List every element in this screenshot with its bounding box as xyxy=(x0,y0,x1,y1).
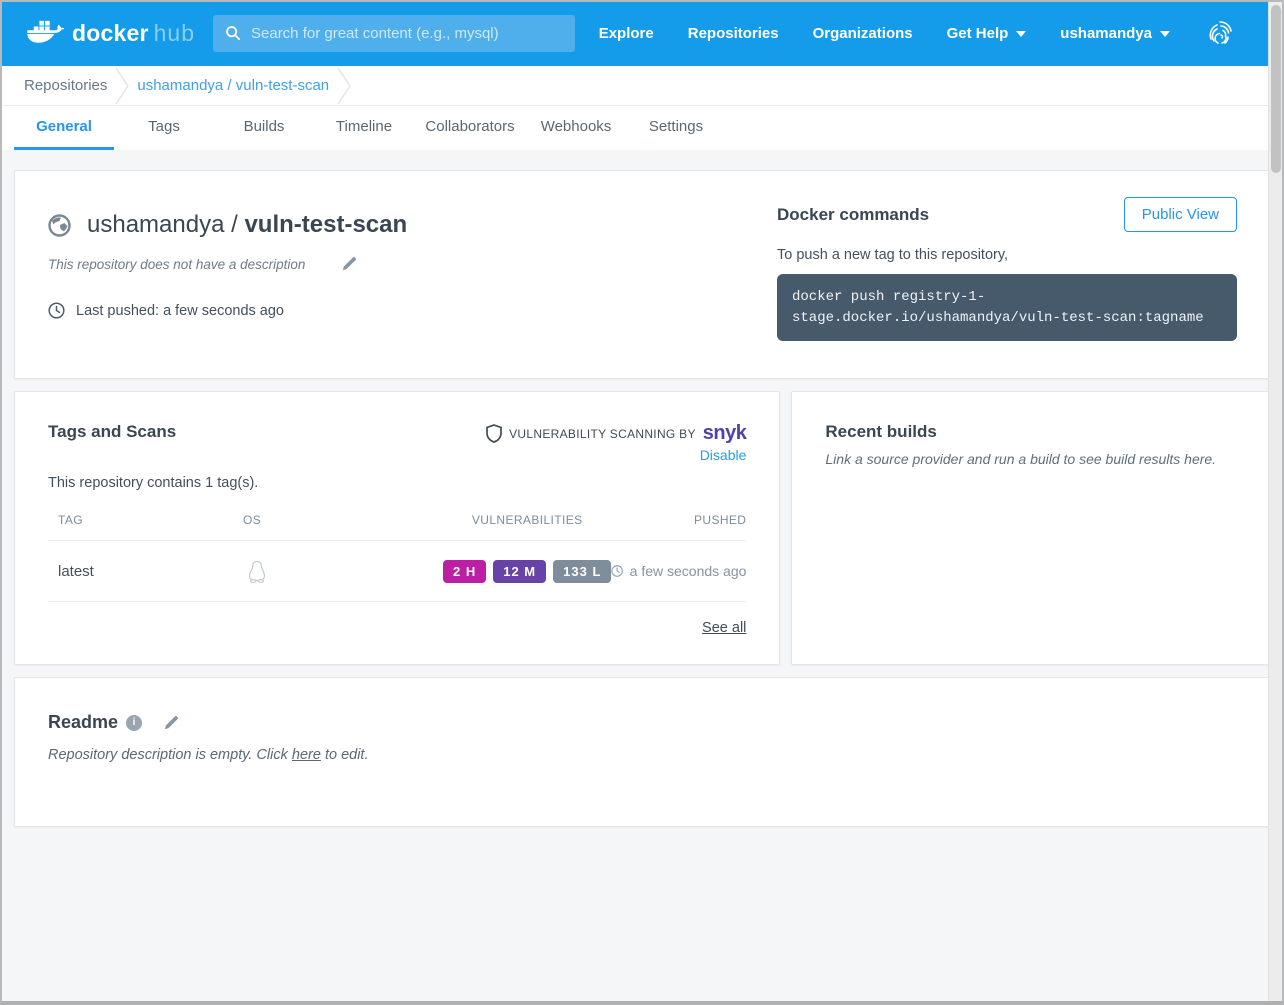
globe-icon xyxy=(48,214,71,237)
breadcrumb-chevron-icon xyxy=(331,66,357,106)
tags-table: TAG OS VULNERABILITIES PUSHED latest xyxy=(48,513,746,602)
push-instruction: To push a new tag to this repository, xyxy=(777,247,1237,263)
tag-name-link[interactable]: latest xyxy=(48,563,243,580)
user-menu[interactable]: ushamandya xyxy=(1060,25,1170,42)
tab-general[interactable]: General xyxy=(14,106,114,150)
column-header-tag: TAG xyxy=(48,513,243,527)
tag-count-summary: This repository contains 1 tag(s). xyxy=(48,475,746,491)
chevron-down-icon xyxy=(1016,31,1026,37)
column-header-vulnerabilities: VULNERABILITIES xyxy=(443,513,611,527)
vertical-scrollbar[interactable] xyxy=(1268,2,1282,1001)
nav-link-repositories[interactable]: Repositories xyxy=(688,25,779,42)
breadcrumb: Repositories ushamandya / vuln-test-scan xyxy=(0,66,1284,106)
snyk-logo: snyk xyxy=(703,422,747,445)
docker-hub-logo[interactable]: docker hub xyxy=(26,19,195,47)
code-line: docker push registry-1- xyxy=(792,287,1222,308)
docker-commands-section: Docker commands Public View To push a ne… xyxy=(777,197,1237,344)
brand-hub: hub xyxy=(154,20,195,47)
recent-builds-title: Recent builds xyxy=(825,422,1236,442)
breadcrumb-repo-link[interactable]: ushamandya / vuln-test-scan xyxy=(137,77,329,94)
docker-push-command[interactable]: docker push registry-1- stage.docker.io/… xyxy=(777,274,1237,341)
clock-icon xyxy=(611,564,623,578)
tab-timeline[interactable]: Timeline xyxy=(314,106,414,150)
readme-title: Readme xyxy=(48,712,118,733)
tags-scans-title: Tags and Scans xyxy=(48,422,176,442)
docker-commands-title: Docker commands xyxy=(777,205,929,225)
top-navbar: docker hub Explore Repositories Organiza… xyxy=(0,0,1284,66)
nav-link-organizations[interactable]: Organizations xyxy=(813,25,913,42)
readme-empty-text: Repository description is empty. Click h… xyxy=(48,747,1236,763)
fingerprint-icon[interactable] xyxy=(1204,16,1238,50)
vulnerability-badge-low[interactable]: 133 L xyxy=(553,560,611,583)
tab-tags[interactable]: Tags xyxy=(114,106,214,150)
vulnerability-badge-medium[interactable]: 12 M xyxy=(493,560,546,583)
public-view-button[interactable]: Public View xyxy=(1124,197,1237,232)
clock-icon xyxy=(48,302,65,319)
breadcrumb-chevron-icon xyxy=(109,66,135,106)
readme-card: Readme i Repository description is empty… xyxy=(14,677,1270,827)
pushed-time: a few seconds ago xyxy=(630,563,747,579)
column-header-pushed: PUSHED xyxy=(611,513,746,527)
vulnerability-badge-high[interactable]: 2 H xyxy=(443,560,486,583)
breadcrumb-repositories[interactable]: Repositories xyxy=(24,77,107,94)
info-icon[interactable]: i xyxy=(126,715,142,731)
scrollbar-thumb[interactable] xyxy=(1271,5,1281,173)
see-all-link[interactable]: See all xyxy=(702,620,746,636)
disable-scanning-link[interactable]: Disable xyxy=(700,447,747,463)
page-title: ushamandya / vuln-test-scan xyxy=(87,211,407,239)
edit-here-link[interactable]: here xyxy=(292,747,321,763)
recent-builds-card: Recent builds Link a source provider and… xyxy=(791,391,1270,665)
chevron-down-icon xyxy=(1160,31,1170,37)
brand-docker: docker xyxy=(72,20,149,47)
tab-builds[interactable]: Builds xyxy=(214,106,314,150)
search-input[interactable] xyxy=(251,25,563,42)
repo-name: vuln-test-scan xyxy=(244,211,407,238)
tab-settings[interactable]: Settings xyxy=(626,106,726,150)
table-row: latest 2 H 12 M 133 L xyxy=(48,541,746,602)
shield-icon xyxy=(486,424,502,443)
tags-and-scans-card: Tags and Scans VULNERABILITY SCANNING BY… xyxy=(14,391,780,665)
docker-whale-icon xyxy=(26,19,64,47)
repo-tabs: General Tags Builds Timeline Collaborato… xyxy=(0,106,1284,150)
repo-namespace: ushamandya / xyxy=(87,211,238,238)
nav-link-explore[interactable]: Explore xyxy=(599,25,654,42)
main-content: ushamandya / vuln-test-scan This reposit… xyxy=(0,150,1284,827)
linux-penguin-icon xyxy=(243,560,443,583)
global-search[interactable] xyxy=(213,15,575,52)
repo-header-card: ushamandya / vuln-test-scan This reposit… xyxy=(14,170,1270,379)
edit-description-pencil-icon[interactable] xyxy=(341,256,357,272)
tab-webhooks[interactable]: Webhooks xyxy=(526,106,626,150)
recent-builds-empty-text: Link a source provider and run a build t… xyxy=(825,451,1236,467)
code-line: stage.docker.io/ushamandya/vuln-test-sca… xyxy=(792,308,1222,329)
vulnerability-scanning-label: VULNERABILITY SCANNING BY xyxy=(509,427,696,441)
search-icon xyxy=(225,25,241,41)
column-header-os: OS xyxy=(243,513,443,527)
nav-link-get-help[interactable]: Get Help xyxy=(947,25,1027,42)
edit-readme-pencil-icon[interactable] xyxy=(163,715,179,731)
tab-collaborators[interactable]: Collaborators xyxy=(414,106,526,150)
repo-description: This repository does not have a descript… xyxy=(48,257,305,272)
last-pushed-text: Last pushed: a few seconds ago xyxy=(76,303,284,319)
